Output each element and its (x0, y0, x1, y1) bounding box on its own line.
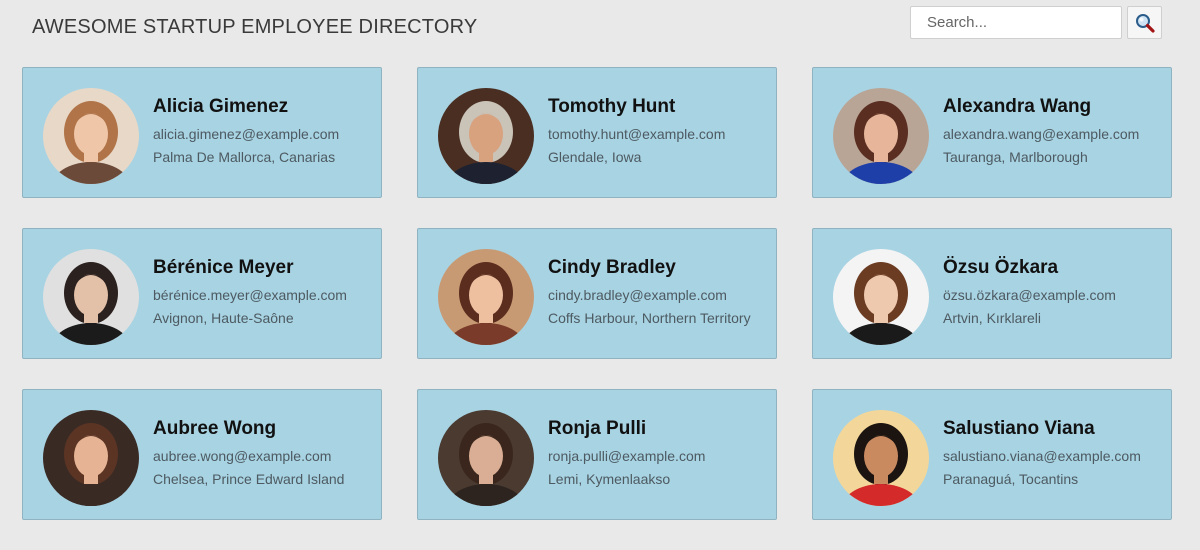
header-bar: AWESOME STARTUP EMPLOYEE DIRECTORY (0, 0, 1200, 56)
employee-name: Bérénice Meyer (153, 257, 294, 278)
employee-location: Palma De Mallorca, Canarias (153, 149, 336, 165)
employee-location: Paranaguá, Tocantins (943, 471, 1079, 487)
employee-name: Alexandra Wang (943, 96, 1092, 117)
employee-card[interactable]: Özsu Özkara özsu.özkara@example.com Artvin… (812, 228, 1172, 359)
employee-name: Aubree Wong (153, 418, 277, 439)
employee-card[interactable]: Alicia Gimenez alicia.gimenez@example.com… (22, 67, 382, 198)
employee-card[interactable]: Aubree Wong aubree.wong@example.com Chelse… (22, 389, 382, 520)
employee-location: Chelsea, Prince Edward Island (153, 471, 345, 487)
employee-name: Özsu Özkara (943, 257, 1059, 278)
search-input[interactable] (910, 6, 1122, 39)
employee-email: cindy.bradley@example.com (548, 287, 727, 303)
employee-email: alicia.gimenez@example.com (153, 126, 340, 142)
employee-email: bérénice.meyer@example.com (153, 287, 347, 303)
employee-email: alexandra.wang@example.com (943, 126, 1140, 142)
employee-name: Cindy Bradley (548, 257, 676, 278)
avatar (438, 249, 534, 345)
avatar (438, 88, 534, 184)
avatar (43, 410, 139, 506)
employee-card[interactable]: Alexandra Wang alexandra.wang@example.com… (812, 67, 1172, 198)
employee-card[interactable]: Tomothy Hunt tomothy.hunt@example.com Glen… (417, 67, 777, 198)
employee-location: Tauranga, Marlborough (943, 149, 1088, 165)
avatar (43, 249, 139, 345)
employee-email: ronja.pulli@example.com (548, 448, 706, 464)
avatar (43, 88, 139, 184)
employee-card[interactable]: Salustiano Viana salustiano.viana@example… (812, 389, 1172, 520)
employee-name: Tomothy Hunt (548, 96, 676, 117)
avatar (833, 249, 929, 345)
employee-card[interactable]: Ronja Pulli ronja.pulli@example.com Lemi, … (417, 389, 777, 520)
avatar (438, 410, 534, 506)
avatar (833, 410, 929, 506)
search-button[interactable] (1127, 6, 1162, 39)
employee-card[interactable]: Cindy Bradley cindy.bradley@example.com Co… (417, 228, 777, 359)
employee-location: Artvin, Kırklareli (943, 310, 1042, 326)
employee-location: Lemi, Kymenlaakso (548, 471, 671, 487)
employee-location: Coffs Harbour, Northern Territory (548, 310, 751, 326)
employee-name: Ronja Pulli (548, 418, 647, 439)
magnifier-icon (1135, 13, 1155, 33)
avatar (833, 88, 929, 184)
employee-location: Glendale, Iowa (548, 149, 642, 165)
employee-name: Salustiano Viana (943, 418, 1095, 439)
page-title: AWESOME STARTUP EMPLOYEE DIRECTORY (32, 16, 478, 38)
employee-location: Avignon, Haute-Saône (153, 310, 294, 326)
employee-email: özsu.özkara@example.com (943, 287, 1116, 303)
employee-email: tomothy.hunt@example.com (548, 126, 726, 142)
employee-email: aubree.wong@example.com (153, 448, 332, 464)
employee-email: salustiano.viana@example.com (943, 448, 1141, 464)
employee-card[interactable]: Bérénice Meyer bérénice.meyer@example.com… (22, 228, 382, 359)
employee-name: Alicia Gimenez (153, 96, 289, 117)
